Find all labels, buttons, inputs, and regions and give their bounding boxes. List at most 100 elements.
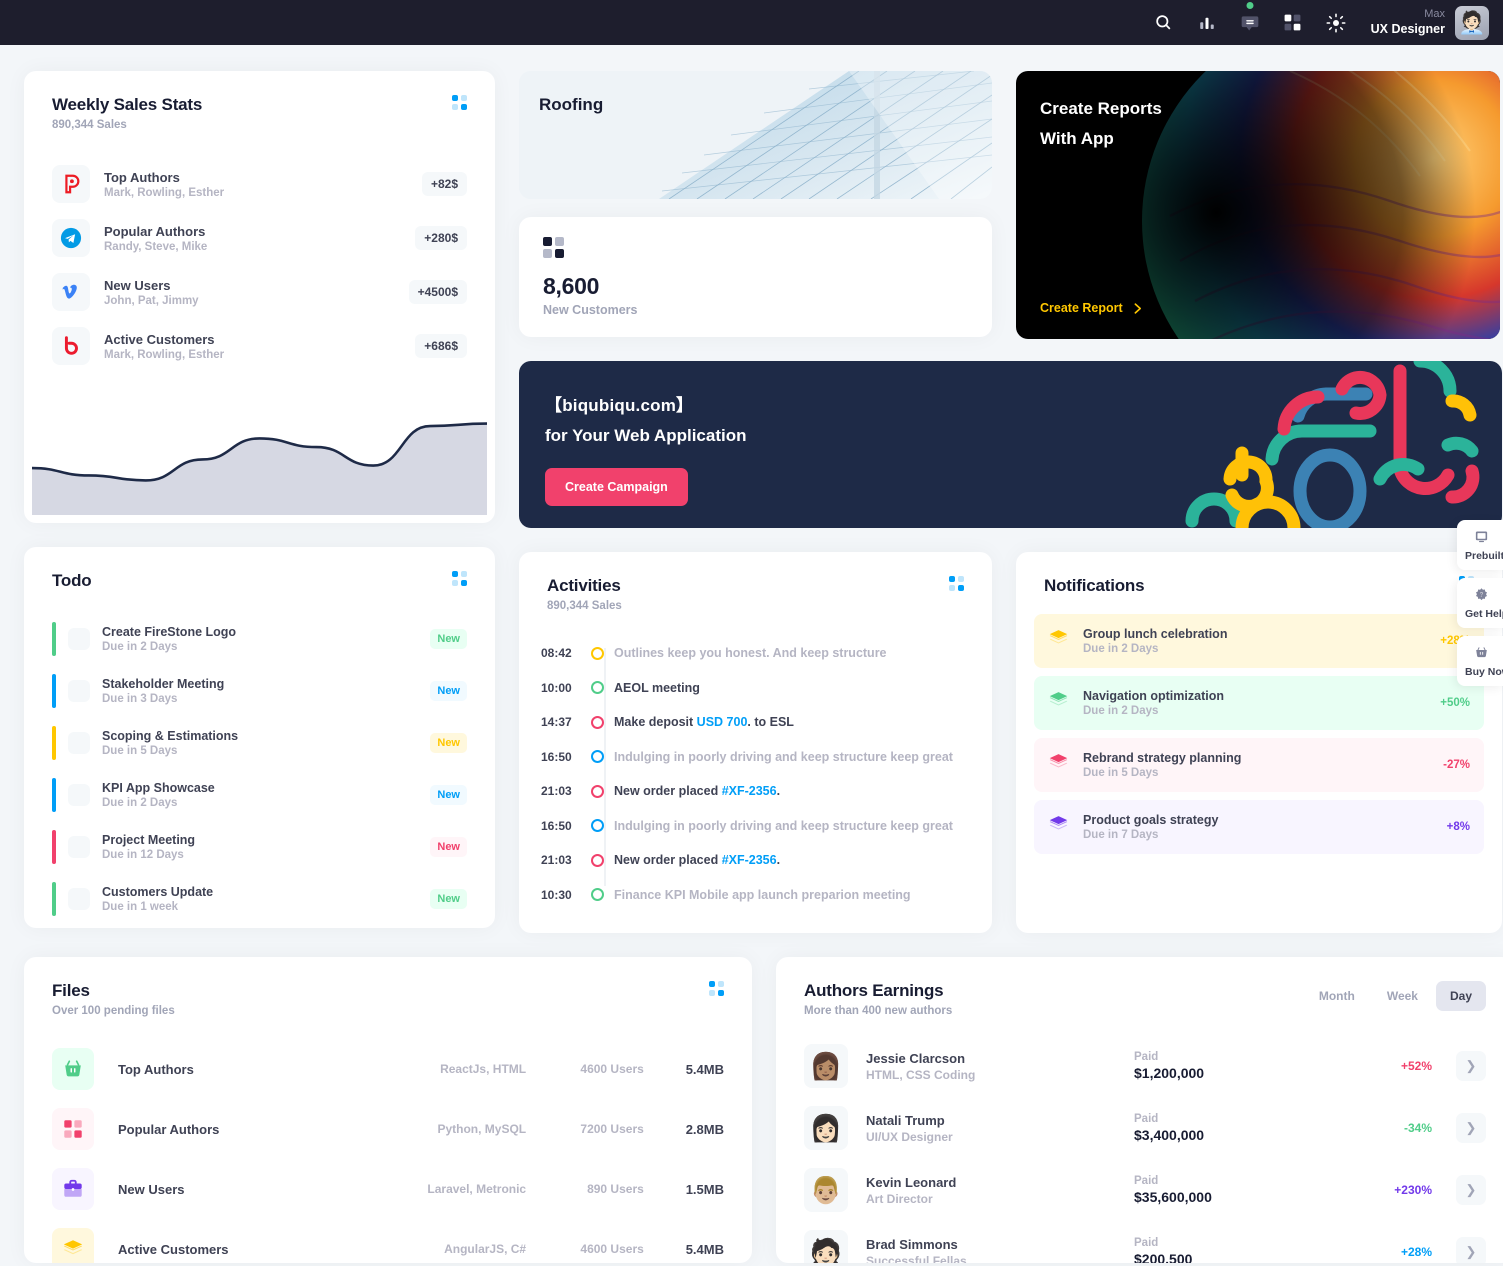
table-row[interactable]: 🧑🏻 Brad Simmons Successful Fellas Paid $… xyxy=(804,1221,1486,1263)
table-row[interactable]: Top Authors ReactJs, HTML 4600 Users 5.4… xyxy=(52,1039,724,1099)
engage-item-get help[interactable]: Get Help xyxy=(1457,578,1503,628)
grid-squares-icon xyxy=(52,1108,94,1150)
more-options-icon[interactable] xyxy=(949,576,964,591)
campaign-line2: for Your Web Application xyxy=(545,426,747,445)
todo-checkbox[interactable] xyxy=(68,888,90,910)
more-options-icon[interactable] xyxy=(709,981,724,996)
activity-time: 14:37 xyxy=(541,715,572,730)
chevron-right-icon[interactable]: ❯ xyxy=(1456,1051,1486,1081)
create-reports-line1: Create Reports xyxy=(1040,99,1162,118)
status-badge: New xyxy=(430,837,467,857)
basket-icon xyxy=(52,1048,94,1090)
activities-notifications-row: Activities 890,344 Sales 08:42 Outlines … xyxy=(519,528,1502,933)
list-item[interactable]: Rebrand strategy planning Due in 5 Days … xyxy=(1034,738,1484,792)
create-report-link[interactable]: Create Report xyxy=(1040,301,1144,315)
chart-icon[interactable] xyxy=(1196,12,1218,34)
list-item[interactable]: Product goals strategy Due in 7 Days +8% xyxy=(1034,800,1484,854)
new-customers-card: 8,600 New Customers xyxy=(519,217,992,337)
notification-percent: +50% xyxy=(1440,697,1470,709)
list-item[interactable]: 21:03 New order placed #XF-2356. xyxy=(541,843,964,878)
weekly-sales-chart xyxy=(32,385,487,515)
todo-checkbox[interactable] xyxy=(68,628,90,650)
table-row[interactable]: Active Customers AngularJS, C# 4600 User… xyxy=(52,1219,724,1263)
engage-item-prebuilt[interactable]: Prebuilt xyxy=(1457,520,1503,570)
engage-item-label: Prebuilt xyxy=(1465,550,1503,562)
list-item[interactable]: Project Meeting Due in 12 Days New xyxy=(52,821,467,873)
activity-text: AEOL meeting xyxy=(614,680,700,695)
list-item[interactable]: Group lunch celebration Due in 2 Days +2… xyxy=(1034,614,1484,668)
author-identity: Kevin Leonard Art Director xyxy=(866,1175,1116,1206)
chat-icon[interactable] xyxy=(1239,1,1261,34)
bubble-planet-image xyxy=(1141,71,1500,339)
author-percent: +230% xyxy=(1394,1183,1432,1197)
engage-item-buy now[interactable]: Buy Now xyxy=(1457,636,1503,686)
create-campaign-button[interactable]: Create Campaign xyxy=(545,468,688,506)
table-row[interactable]: 👩🏻 Natali Trump UI/UX Designer Paid $3,4… xyxy=(804,1097,1486,1159)
authors-period-filter: Month Week Day xyxy=(1305,981,1486,1011)
chevron-right-icon[interactable]: ❯ xyxy=(1456,1175,1486,1205)
layers-icon xyxy=(1048,628,1069,654)
apps-grid-icon[interactable] xyxy=(1282,12,1304,34)
user-menu[interactable]: Max UX Designer 🧑🏻‍💼 xyxy=(1371,5,1489,40)
activity-time: 16:50 xyxy=(541,818,572,833)
file-users: 4600 Users xyxy=(580,1242,644,1256)
more-options-icon[interactable] xyxy=(452,571,467,586)
notification-dot xyxy=(1246,1,1254,9)
brightness-icon[interactable] xyxy=(1325,12,1347,34)
create-reports-titles: Create Reports With App xyxy=(1040,99,1162,149)
todo-checkbox[interactable] xyxy=(68,680,90,702)
weekly-sales-subtitle: 890,344 Sales xyxy=(52,119,127,131)
left-column: Weekly Sales Stats 890,344 Sales Top Aut… xyxy=(24,71,495,933)
layers-icon xyxy=(1048,814,1069,840)
notifications-list: Group lunch celebration Due in 2 Days +2… xyxy=(1016,600,1502,854)
vimeo-brand-icon xyxy=(52,273,90,311)
list-item[interactable]: 10:30 Finance KPI Mobile app launch prep… xyxy=(541,878,964,913)
list-item[interactable]: Top Authors Mark, Rowling, Esther +82$ xyxy=(52,157,467,211)
activity-status-dot xyxy=(591,750,604,764)
list-item[interactable]: 21:03 New order placed #XF-2356. xyxy=(541,774,964,809)
notification-name: Rebrand strategy planning xyxy=(1083,751,1242,765)
create-reports-card[interactable]: Create Reports With App Create Report xyxy=(1016,71,1500,339)
paid-label: Paid xyxy=(1134,1113,1159,1125)
search-icon[interactable] xyxy=(1153,12,1175,34)
todo-checkbox[interactable] xyxy=(68,732,90,754)
list-item[interactable]: Navigation optimization Due in 2 Days +5… xyxy=(1034,676,1484,730)
tab-day[interactable]: Day xyxy=(1435,981,1486,1011)
list-item[interactable]: New Users John, Pat, Jimmy +4500$ xyxy=(52,265,467,319)
list-item[interactable]: KPI App Showcase Due in 2 Days New xyxy=(52,769,467,821)
chevron-right-icon[interactable]: ❯ xyxy=(1456,1113,1486,1143)
table-row[interactable]: 👨🏼 Kevin Leonard Art Director Paid $35,6… xyxy=(804,1159,1486,1221)
list-item[interactable]: Stakeholder Meeting Due in 3 Days New xyxy=(52,665,467,717)
table-row[interactable]: 👩🏽 Jessie Clarcson HTML, CSS Coding Paid… xyxy=(804,1035,1486,1097)
list-item[interactable]: Popular Authors Randy, Steve, Mike +280$ xyxy=(52,211,467,265)
tab-month[interactable]: Month xyxy=(1305,981,1369,1011)
sales-item-name: Active Customers xyxy=(104,331,215,347)
tab-week[interactable]: Week xyxy=(1373,981,1432,1011)
list-item[interactable]: Create FireStone Logo Due in 2 Days New xyxy=(52,613,467,665)
file-name: Active Customers xyxy=(118,1241,229,1257)
list-item[interactable]: 16:50 Indulging in poorly driving and ke… xyxy=(541,809,964,844)
grid-squares-icon xyxy=(543,237,565,259)
todo-checkbox[interactable] xyxy=(68,784,90,806)
list-item[interactable]: Customers Update Due in 1 week New xyxy=(52,873,467,925)
chevron-right-icon[interactable]: ❯ xyxy=(1456,1237,1486,1263)
more-options-icon[interactable] xyxy=(452,95,467,110)
activities-subtitle: 890,344 Sales xyxy=(547,600,622,612)
author-name: Brad Simmons xyxy=(866,1236,958,1252)
list-item[interactable]: 08:42 Outlines keep you honest. And keep… xyxy=(541,636,964,671)
table-row[interactable]: Popular Authors Python, MySQL 7200 Users… xyxy=(52,1099,724,1159)
roofing-card[interactable]: Roofing xyxy=(519,71,992,199)
author-name: Kevin Leonard xyxy=(866,1174,957,1190)
paid-amount: $1,200,000 xyxy=(1134,1065,1205,1081)
list-item[interactable]: 10:00 AEOL meeting xyxy=(541,671,964,706)
todo-color-bar xyxy=(52,622,56,656)
todo-checkbox[interactable] xyxy=(68,836,90,858)
list-item[interactable]: 14:37 Make deposit USD 700. to ESL xyxy=(541,705,964,740)
list-item[interactable]: Active Customers Mark, Rowling, Esther +… xyxy=(52,319,467,373)
authors-title: Authors Earnings xyxy=(804,981,944,1000)
list-item[interactable]: Scoping & Estimations Due in 5 Days New xyxy=(52,717,467,769)
list-item[interactable]: 16:50 Indulging in poorly driving and ke… xyxy=(541,740,964,775)
dashboard-page: Weekly Sales Stats 890,344 Sales Top Aut… xyxy=(0,45,1503,1263)
avatar[interactable]: 🧑🏻‍💼 xyxy=(1455,5,1489,40)
table-row[interactable]: New Users Laravel, Metronic 890 Users 1.… xyxy=(52,1159,724,1219)
